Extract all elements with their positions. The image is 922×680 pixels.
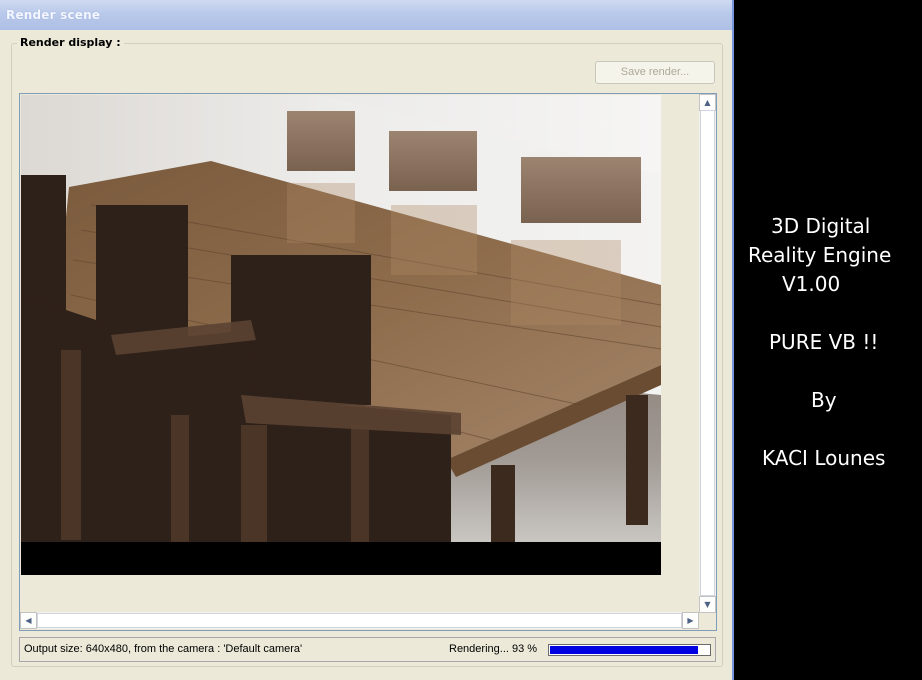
arrow-up-icon[interactable]: ▲	[699, 94, 716, 111]
rendering-progress-label: Rendering... 93 %	[449, 643, 538, 655]
credits-line-purevb: PURE VB !!	[769, 330, 879, 354]
arrow-left-icon[interactable]: ◀	[20, 612, 37, 629]
vertical-scroll-thumb[interactable]	[700, 110, 715, 596]
arrow-down-icon[interactable]: ▼	[699, 596, 716, 613]
credits-line-title: 3D Digital	[771, 214, 871, 238]
credits-line-by: By	[811, 388, 837, 412]
window-title: Render scene	[6, 8, 101, 22]
horizontal-scroll-thumb[interactable]	[37, 613, 682, 628]
render-progress-fill	[550, 646, 698, 654]
window-titlebar[interactable]: Render scene	[0, 0, 732, 30]
render-progress-bar	[548, 644, 711, 656]
credits-line-subtitle: Reality Engine	[748, 243, 892, 267]
render-image	[21, 95, 661, 542]
render-display-label: Render display :	[17, 36, 124, 49]
credits-line-author: KACI Lounes	[762, 446, 886, 470]
render-unrendered-area	[21, 542, 661, 575]
output-size-info: Output size: 640x480, from the camera : …	[24, 643, 303, 655]
save-render-button[interactable]: Save render...	[595, 61, 715, 84]
arrow-right-icon[interactable]: ▶	[682, 612, 699, 629]
credits-line-version: V1.00	[782, 272, 841, 296]
